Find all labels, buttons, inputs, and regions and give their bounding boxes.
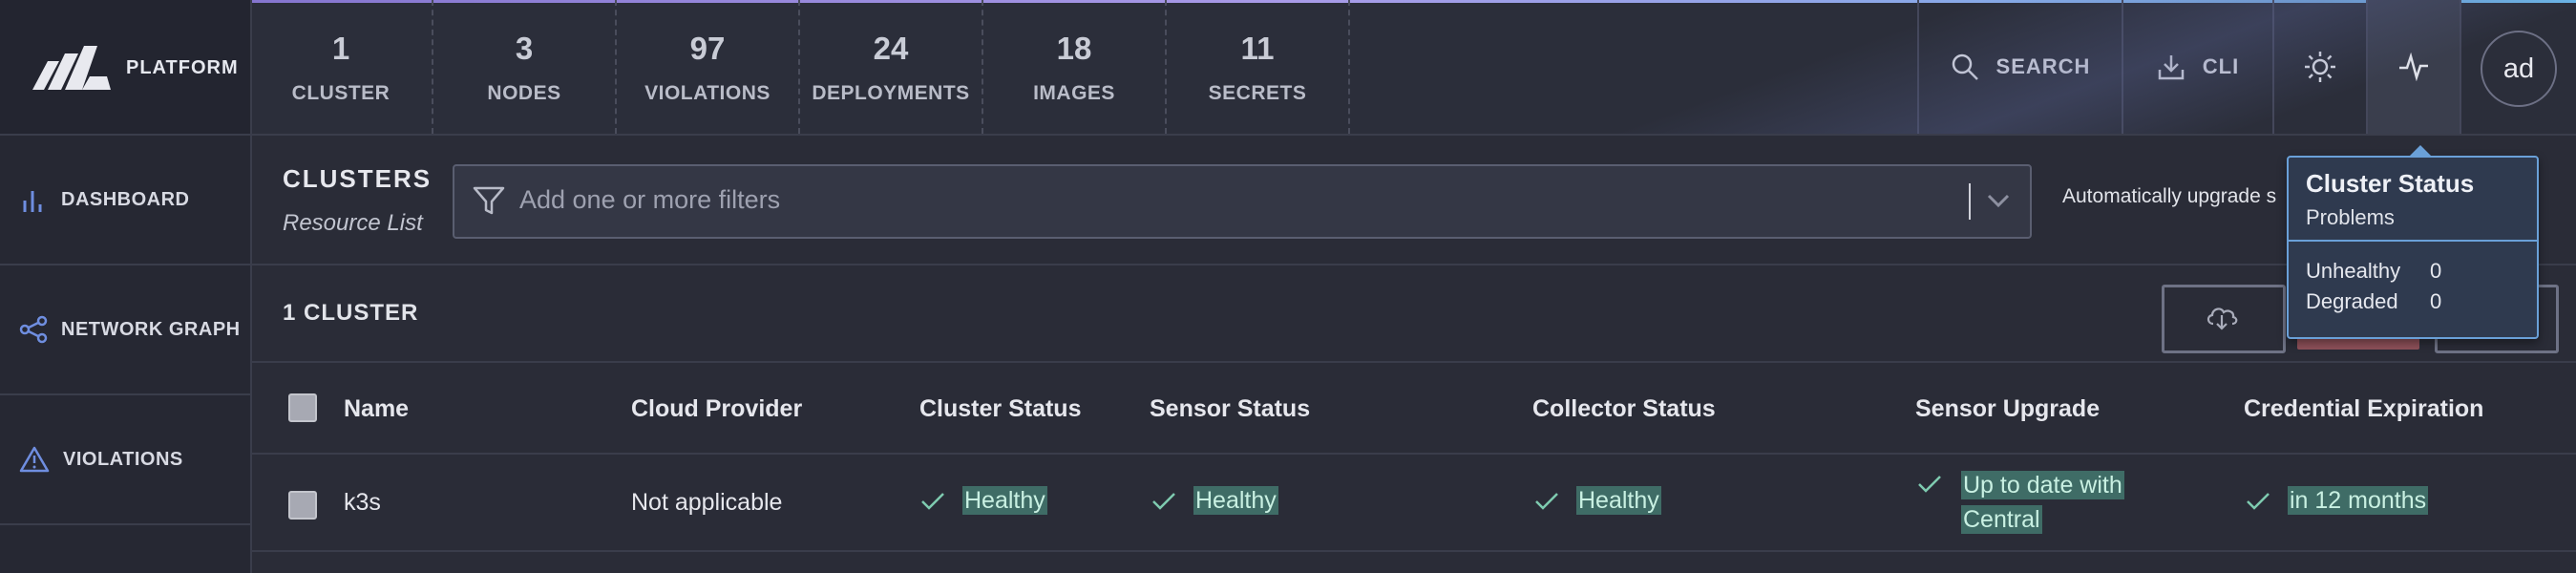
cli-download-button[interactable]: CLI [2122, 0, 2272, 134]
credential-expiration-text: in 12 months [2288, 486, 2429, 515]
avatar-initials: ad [2502, 53, 2535, 84]
column-header-credential-expiration[interactable]: Credential Expiration [2244, 395, 2483, 423]
check-icon [1152, 493, 1175, 510]
tooltip-row-unhealthy: Unhealthy 0 [2306, 259, 2441, 284]
warning-triangle-icon [19, 446, 50, 473]
summary-count: 1 [331, 31, 350, 66]
page-header: CLUSTERS Resource List Add one or more f… [252, 136, 2576, 265]
column-header-name[interactable]: Name [344, 395, 409, 423]
cli-label: CLI [2202, 54, 2240, 78]
row-checkbox[interactable] [288, 491, 317, 520]
cloud-provider: Not applicable [631, 489, 783, 516]
cluster-status-button[interactable] [2366, 0, 2460, 134]
tooltip-subtitle: Problems [2306, 205, 2395, 229]
search-label: SEARCH [1995, 54, 2091, 78]
cluster-name[interactable]: k3s [344, 489, 381, 517]
tooltip-row-value: 0 [2430, 289, 2442, 313]
sidebar-item-dashboard[interactable]: DASHBOARD [0, 136, 250, 265]
avatar[interactable]: ad [2481, 31, 2557, 107]
check-icon [921, 493, 944, 510]
tooltip-row-degraded: Degraded 0 [2306, 289, 2441, 314]
sidebar-item-label: VIOLATIONS [63, 448, 183, 470]
check-icon [1918, 476, 1941, 493]
cluster-count: 1 CLUSTER [283, 300, 419, 326]
select-all-checkbox[interactable] [288, 393, 317, 422]
summary-violations[interactable]: 97 VIOLATIONS [617, 0, 800, 134]
summary-cluster[interactable]: 1 CLUSTER [250, 0, 433, 134]
download-icon [2158, 55, 2185, 80]
summary-count: 97 [689, 31, 726, 66]
sidebar: DASHBOARD NETWORK GRAPH VIOLATIONS [0, 136, 252, 573]
table-row[interactable]: k3s Not applicable Healthy Healthy Healt… [252, 455, 2576, 552]
summary-label: VIOLATIONS [644, 82, 771, 104]
sensor-upgrade-text-2: Central [1961, 505, 2042, 534]
collector-status-text: Healthy [1576, 486, 1661, 515]
filter-divider [1969, 183, 1971, 220]
filter-icon [473, 186, 505, 215]
tooltip-row-label: Unhealthy [2306, 259, 2401, 283]
tooltip-divider [2289, 240, 2537, 242]
summary-count: 3 [515, 31, 534, 66]
sun-icon [2305, 52, 2335, 82]
summary-nodes[interactable]: 3 NODES [433, 0, 617, 134]
summary-images[interactable]: 18 IMAGES [983, 0, 1167, 134]
summary-count: 18 [1056, 31, 1092, 66]
share-network-icon [19, 315, 48, 344]
column-header-sensor-status[interactable]: Sensor Status [1150, 395, 1310, 423]
sensor-status-text: Healthy [1193, 486, 1278, 515]
credential-expiration-badge: in 12 months [2288, 486, 2429, 515]
download-button[interactable] [2162, 285, 2286, 353]
column-header-cloud-provider[interactable]: Cloud Provider [631, 395, 802, 423]
summary-label: SECRETS [1208, 82, 1307, 104]
chevron-down-icon[interactable] [1984, 189, 2013, 212]
search-filter-input[interactable]: Add one or more filters [453, 164, 2032, 239]
summary-count: 11 [1240, 31, 1275, 66]
theme-toggle-button[interactable] [2272, 0, 2366, 134]
sensor-upgrade-text: Up to date with [1961, 471, 2124, 499]
cluster-status-tooltip: Cluster Status Problems Unhealthy 0 Degr… [2287, 145, 2539, 339]
tooltip-title: Cluster Status [2306, 169, 2475, 198]
summary-label: CLUSTER [291, 82, 391, 104]
check-icon [2247, 493, 2270, 510]
sidebar-item-violations[interactable]: VIOLATIONS [0, 395, 250, 525]
column-header-sensor-upgrade[interactable]: Sensor Upgrade [1915, 395, 2100, 423]
summary-deployments[interactable]: 24 DEPLOYMENTS [800, 0, 983, 134]
table-header: Name Cloud Provider Cluster Status Senso… [252, 363, 2576, 455]
summary-label: NODES [487, 82, 561, 104]
brand-label: PLATFORM [126, 57, 239, 78]
summary-count: 24 [873, 31, 909, 66]
bar-chart-icon [23, 191, 42, 212]
cluster-status-badge: Healthy [962, 486, 1047, 515]
cloud-download-icon [2206, 308, 2238, 330]
filter-placeholder: Add one or more filters [519, 185, 781, 214]
collector-status-badge: Healthy [1576, 486, 1661, 515]
tooltip-row-label: Degraded [2306, 289, 2398, 313]
tooltip-row-value: 0 [2430, 259, 2442, 283]
summary-label: IMAGES [1033, 82, 1115, 104]
search-icon [1952, 53, 1978, 80]
platform-logo-icon [32, 46, 111, 90]
summary-secrets[interactable]: 11 SECRETS [1167, 0, 1350, 134]
column-header-collector-status[interactable]: Collector Status [1532, 395, 1716, 423]
top-navigation: PLATFORM 1 CLUSTER 3 NODES 97 VIOLATIONS… [0, 0, 2576, 136]
sensor-status-badge: Healthy [1193, 486, 1278, 515]
auto-upgrade-label: Automatically upgrade s [2062, 185, 2277, 207]
check-icon [1535, 493, 1558, 510]
activity-pulse-icon [2399, 53, 2428, 81]
page-subtitle: Resource List [283, 210, 423, 236]
summary-label: DEPLOYMENTS [812, 82, 970, 104]
sidebar-item-network-graph[interactable]: NETWORK GRAPH [0, 265, 250, 395]
sidebar-item-label: NETWORK GRAPH [61, 318, 241, 340]
cluster-status-text: Healthy [962, 486, 1047, 515]
column-header-cluster-status[interactable]: Cluster Status [919, 395, 1081, 423]
search-button[interactable]: SEARCH [1917, 0, 2122, 134]
page-title: CLUSTERS [283, 164, 433, 193]
sidebar-item-label: DASHBOARD [61, 188, 190, 210]
sensor-upgrade-badge: Up to date with Central [1961, 468, 2124, 537]
brand-logo[interactable]: PLATFORM [0, 0, 252, 134]
